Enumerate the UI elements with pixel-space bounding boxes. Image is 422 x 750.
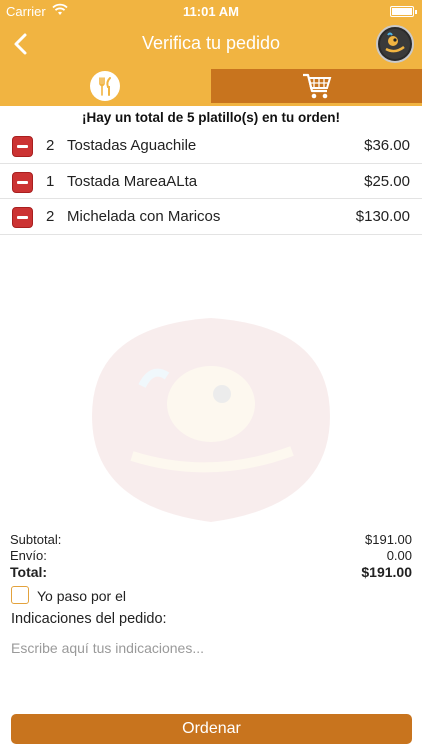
order-summary-text: ¡Hay un total de 5 platillo(s) en tu ord…	[81, 110, 340, 125]
shopping-cart-icon	[301, 70, 333, 102]
tab-cart[interactable]	[211, 69, 422, 103]
navigation-bar: Verifica tu pedido	[0, 22, 422, 66]
item-name: Tostadas Aguachile	[67, 137, 197, 154]
remove-item-button[interactable]	[12, 136, 33, 157]
list-item: 1 Tostada MareaALta $25.00	[0, 164, 422, 199]
order-button[interactable]: Ordenar	[11, 714, 412, 744]
item-quantity: 1	[46, 172, 55, 190]
tab-bar	[0, 66, 422, 106]
remove-item-button[interactable]	[12, 207, 33, 228]
shipping-row: Envío: 0.00	[10, 548, 412, 564]
fork-knife-icon	[89, 70, 121, 102]
clock: 11:01 AM	[183, 4, 239, 19]
shipping-value: 0.00	[386, 548, 412, 563]
list-item: 2 Tostadas Aguachile $36.00	[0, 128, 422, 164]
subtotal-label: Subtotal:	[10, 532, 62, 547]
tab-menu[interactable]	[0, 69, 210, 103]
item-name: Michelada con Maricos	[67, 208, 221, 225]
item-price: $36.00	[364, 137, 410, 154]
item-quantity: 2	[46, 208, 55, 225]
totals-section: Subtotal: $191.00 Envío: 0.00 Total: $19…	[10, 532, 412, 582]
status-bar: Carrier 11:01 AM	[0, 0, 422, 22]
item-price: $130.00	[355, 208, 410, 225]
pickup-label: Yo paso por el	[37, 588, 126, 604]
indications-label: Indicaciones del pedido:	[11, 611, 167, 627]
pickup-checkbox[interactable]	[11, 586, 29, 604]
total-value: $191.00	[361, 564, 412, 580]
item-price: $25.00	[364, 172, 410, 190]
order-list: 2 Tostadas Aguachile $36.00 1 Tostada Ma…	[0, 128, 422, 235]
item-name: Tostada MareaALta	[67, 172, 198, 190]
battery-icon	[390, 6, 417, 17]
restaurant-logo-icon[interactable]	[376, 25, 414, 63]
subtotal-row: Subtotal: $191.00	[10, 532, 412, 548]
indications-input[interactable]	[11, 634, 411, 662]
subtotal-value: $191.00	[365, 532, 412, 547]
total-label: Total:	[10, 564, 48, 580]
shipping-label: Envío:	[10, 548, 47, 563]
watermark-logo-icon	[72, 306, 350, 534]
remove-item-button[interactable]	[12, 171, 33, 193]
list-item: 2 Michelada con Maricos $130.00	[0, 199, 422, 235]
total-row: Total: $191.00	[10, 564, 412, 582]
item-quantity: 2	[46, 137, 55, 154]
page-title: Verifica tu pedido	[141, 33, 281, 53]
